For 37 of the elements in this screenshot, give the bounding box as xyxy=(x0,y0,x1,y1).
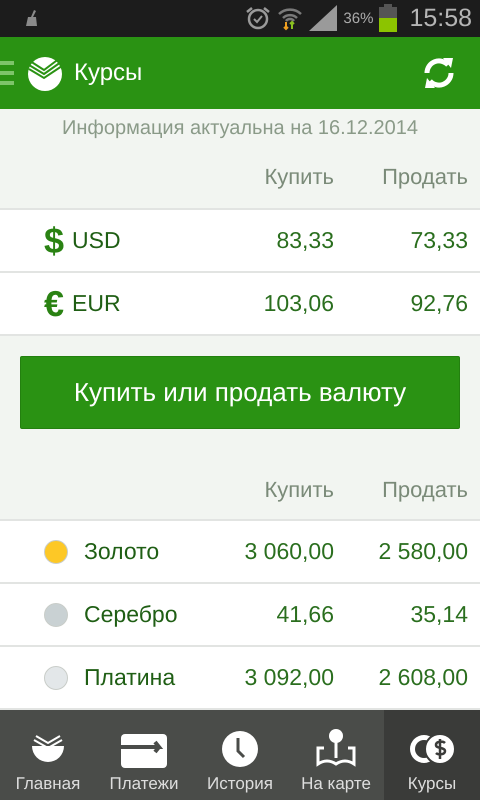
column-header: Купить xyxy=(263,477,335,504)
logo-icon xyxy=(26,55,64,92)
currency-code: EUR xyxy=(72,290,121,318)
buy-rate: 3 060,00 xyxy=(243,538,335,566)
clock-icon xyxy=(221,730,259,768)
metal-name: Серебро xyxy=(84,601,178,628)
buy-sell-button[interactable]: Купить или продать валюту xyxy=(20,356,460,430)
nav-tab[interactable]: Платежи xyxy=(96,710,192,800)
sell-rate: 92,76 xyxy=(409,290,469,318)
map-pin-icon xyxy=(316,728,356,768)
currency-code: USD xyxy=(72,227,121,254)
currency-symbol: $ xyxy=(44,220,64,262)
screen-title: Курсы xyxy=(74,59,144,88)
buy-rate: 83,33 xyxy=(275,227,335,254)
signal-icon xyxy=(309,5,338,32)
nav-tab[interactable]: История xyxy=(192,710,288,800)
sell-rate: 2 580,00 xyxy=(377,538,469,566)
info-text: Информация актуальна на 16.12.2014 xyxy=(60,116,420,142)
buy-rate: 41,66 xyxy=(275,601,335,628)
metal-name: Золото xyxy=(84,538,160,566)
battery-percent: 36% xyxy=(343,10,374,27)
sell-rate: 73,33 xyxy=(409,227,469,254)
battery-icon xyxy=(379,4,398,32)
clock-time: 15:58 xyxy=(409,4,472,33)
alarm-icon xyxy=(245,6,272,30)
buy-rate: 103,06 xyxy=(262,290,335,318)
column-header: Продать xyxy=(381,164,469,190)
sell-rate: 2 608,00 xyxy=(377,664,469,692)
metal-name: Платина xyxy=(84,664,176,692)
buy-rate: 3 092,00 xyxy=(243,664,335,692)
sell-rate: 35,14 xyxy=(409,601,469,628)
column-header: Продать xyxy=(381,477,469,504)
nav-tab[interactable]: Главная xyxy=(0,710,96,800)
nav-tab[interactable]: Курсы xyxy=(384,710,480,800)
nav-tab[interactable]: На карте xyxy=(288,710,384,800)
currency-symbol: € xyxy=(44,282,64,325)
column-header: Купить xyxy=(263,164,335,190)
